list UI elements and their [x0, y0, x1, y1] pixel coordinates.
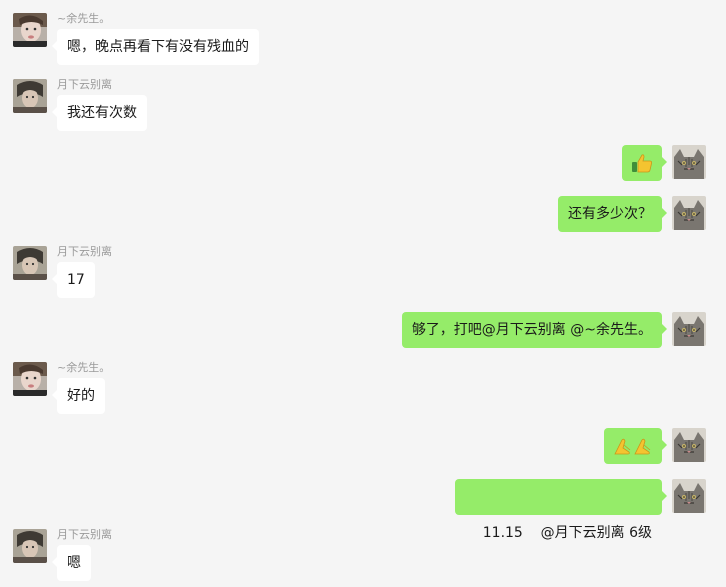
message-text: 好的 — [67, 388, 95, 404]
message-bubble[interactable]: 还有多少次？ — [558, 196, 667, 232]
message-text: 嗯 — [67, 555, 81, 571]
self-cat-avatar[interactable] — [672, 312, 706, 346]
sender-name: 月下云别离 — [57, 245, 112, 258]
message-bubble[interactable]: 17 — [52, 262, 95, 298]
message-bubble[interactable]: 够了，打吧@月下云别离 @~余先生。 — [401, 312, 668, 348]
message-text: 11.15 @月下云别离 6级 — [482, 525, 652, 541]
user-yu-avatar[interactable] — [13, 13, 47, 47]
message-bubble[interactable]: 我还有次数 — [52, 95, 147, 131]
message-text: 17 — [67, 272, 85, 288]
user-yue-avatar[interactable] — [13, 246, 47, 280]
self-cat-avatar[interactable] — [672, 428, 706, 462]
praying-hands-icon — [613, 428, 653, 464]
message-bubble[interactable] — [604, 428, 667, 464]
message-bubble[interactable] — [622, 145, 667, 181]
message-text: 我还有次数 — [67, 105, 137, 121]
sender-name: ~余先生。 — [57, 361, 111, 374]
sender-name: ~余先生。 — [57, 12, 111, 25]
self-cat-avatar[interactable] — [672, 479, 706, 513]
thumbs-up-icon — [631, 145, 653, 181]
message-text: 嗯，晚点再看下有没有残血的 — [67, 39, 249, 55]
message-text: 还有多少次？ — [568, 206, 652, 222]
message-bubble[interactable]: 好的 — [52, 378, 105, 414]
message-bubble[interactable]: 11.15 @月下云别离 6级 — [454, 479, 668, 541]
sender-name: 月下云别离 — [57, 528, 112, 541]
sender-name: 月下云别离 — [57, 78, 112, 91]
user-yue-avatar[interactable] — [13, 529, 47, 563]
user-yu-avatar[interactable] — [13, 362, 47, 396]
message-text: 够了，打吧@月下云别离 @~余先生。 — [411, 322, 652, 338]
user-yue-avatar[interactable] — [13, 79, 47, 113]
self-cat-avatar[interactable] — [672, 196, 706, 230]
self-cat-avatar[interactable] — [672, 145, 706, 179]
message-bubble[interactable]: 嗯，晚点再看下有没有残血的 — [52, 29, 259, 65]
